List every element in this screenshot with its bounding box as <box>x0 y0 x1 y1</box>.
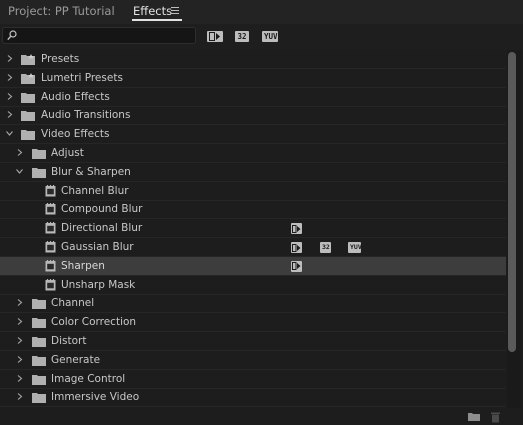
tree-folder-row[interactable]: Presets <box>0 50 506 69</box>
tree-item-label: Directional Blur <box>61 222 143 235</box>
tree-item-label: Presets <box>41 53 80 65</box>
active-tab-indicator <box>132 19 182 21</box>
folder-icon <box>32 393 46 404</box>
yuv-badge: YUV <box>348 242 362 253</box>
folder-icon <box>21 92 35 103</box>
tree-item-label: Generate <box>51 353 101 366</box>
tree-folder-row[interactable]: Video Effects <box>0 125 506 145</box>
tree-item-label: Distort <box>51 335 87 347</box>
chevron-down-icon[interactable] <box>6 130 13 137</box>
folder-icon <box>32 355 46 366</box>
tree-item-label: Adjust <box>51 147 84 159</box>
accelerated-badge-icon <box>291 242 302 253</box>
folder-icon <box>32 318 46 329</box>
accelerated-effects-filter-button[interactable] <box>207 31 223 42</box>
tree-folder-row[interactable]: Channel <box>0 294 506 314</box>
folder-icon <box>32 167 46 178</box>
tree-folder-row[interactable]: Color Correction <box>0 313 506 333</box>
chevron-right-icon[interactable] <box>16 337 23 344</box>
tree-folder-row[interactable]: Adjust <box>0 144 506 163</box>
tree-item-label: Blur & Sharpen <box>51 165 131 178</box>
effect-icon <box>45 203 56 215</box>
accelerated-icon <box>209 32 220 41</box>
tree-item-label: Audio Effects <box>41 90 110 103</box>
folder-icon <box>32 374 46 385</box>
chevron-right-icon[interactable] <box>16 299 23 307</box>
chevron-right-icon[interactable] <box>16 374 23 382</box>
search-input[interactable] <box>19 28 191 43</box>
panel-tab-bar: Project: PP Tutorial Effects <box>0 0 523 24</box>
tree-item-label: Lumetri Presets <box>41 71 123 84</box>
chevron-right-icon[interactable] <box>16 393 23 401</box>
accelerated-badge-icon <box>291 260 302 272</box>
tree-effect-row[interactable]: Gaussian Blur 32 YUV <box>0 238 506 257</box>
tab-project[interactable]: Project: PP Tutorial <box>8 0 115 23</box>
tree-effect-row[interactable]: Sharpen <box>0 256 506 276</box>
preset-folder-icon <box>21 54 35 65</box>
tree-item-label: Compound Blur <box>61 203 143 216</box>
chevron-right-icon[interactable] <box>6 73 13 81</box>
effects-toolbar: 32 YUV <box>0 24 523 50</box>
panel-footer <box>0 408 523 425</box>
chevron-right-icon[interactable] <box>16 149 23 156</box>
tree-folder-row[interactable]: Immersive Video <box>0 388 506 408</box>
32bit-filter-button[interactable]: 32 <box>235 31 249 42</box>
panel-menu-icon[interactable] <box>171 7 179 14</box>
tree-effect-row[interactable]: Compound Blur <box>0 200 506 220</box>
folder-icon <box>21 111 35 122</box>
accelerated-badge-icon <box>291 223 302 235</box>
tree-item-label: Sharpen <box>61 259 105 272</box>
32bit-badge: 32 <box>320 242 331 253</box>
tree-item-label: Color Correction <box>51 316 137 329</box>
tree-folder-row[interactable]: Distort <box>0 332 506 351</box>
tree-item-label: Channel <box>51 297 95 310</box>
tree-folder-row[interactable]: Generate <box>0 351 506 370</box>
chevron-down-icon[interactable] <box>16 168 23 175</box>
tree-item-label: Image Control <box>51 372 126 385</box>
effect-icon <box>45 184 56 197</box>
folder-icon <box>21 130 35 141</box>
effect-icon <box>45 241 56 253</box>
new-bin-icon[interactable] <box>467 411 481 422</box>
search-box <box>2 27 196 44</box>
tree-item-label: Unsharp Mask <box>61 278 136 291</box>
effect-icon <box>45 222 56 234</box>
folder-icon <box>32 149 46 159</box>
tree-effect-row[interactable]: Directional Blur <box>0 219 506 239</box>
tree-item-label: Immersive Video <box>51 391 140 404</box>
effect-icon <box>45 259 56 272</box>
chevron-right-icon[interactable] <box>16 355 23 363</box>
preset-folder-icon <box>21 72 35 84</box>
folder-icon <box>32 337 46 347</box>
tree-item-label: Gaussian Blur <box>61 241 134 253</box>
scrollbar-thumb[interactable] <box>508 52 516 352</box>
tree-effect-row[interactable]: Unsharp Mask <box>0 276 506 295</box>
tree-folder-row[interactable]: Lumetri Presets <box>0 69 506 88</box>
search-icon <box>7 30 17 41</box>
chevron-right-icon[interactable] <box>16 318 23 326</box>
folder-icon <box>32 299 46 310</box>
tree-folder-row[interactable]: Audio Effects <box>0 88 506 107</box>
tree-item-label: Channel Blur <box>61 184 129 197</box>
tree-item-label: Video Effects <box>41 128 110 141</box>
effect-icon <box>45 278 56 291</box>
tree-folder-row[interactable]: Audio Transitions <box>0 106 506 126</box>
tree-folder-row[interactable]: Blur & Sharpen <box>0 163 506 182</box>
tree-item-label: Audio Transitions <box>41 109 131 122</box>
chevron-right-icon[interactable] <box>6 111 13 119</box>
yuv-filter-button[interactable]: YUV <box>262 31 278 42</box>
effects-tree: Presets Lumetri Presets Audio Effects Audio… <box>0 50 506 408</box>
tree-effect-row[interactable]: Channel Blur <box>0 182 506 201</box>
chevron-right-icon[interactable] <box>6 92 13 100</box>
trash-icon[interactable] <box>490 411 501 423</box>
chevron-right-icon[interactable] <box>6 55 13 62</box>
tree-folder-row[interactable]: Image Control <box>0 370 506 389</box>
